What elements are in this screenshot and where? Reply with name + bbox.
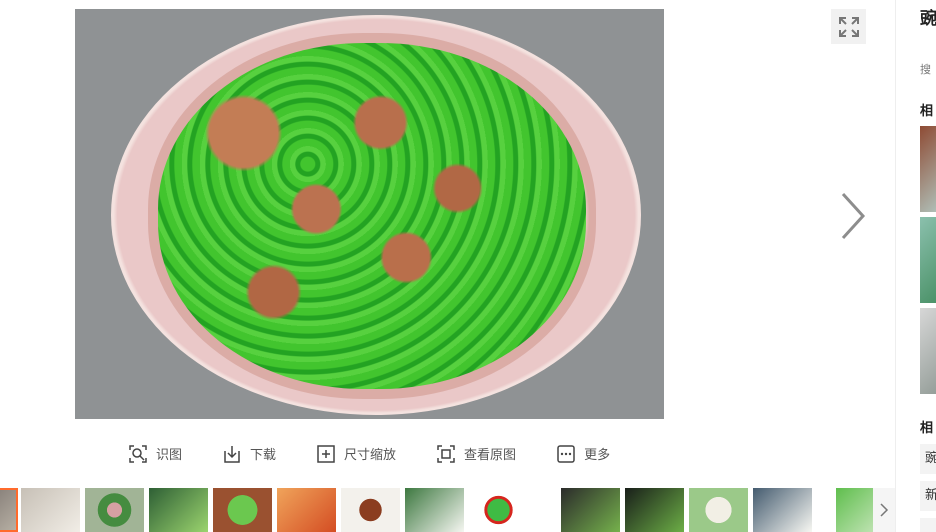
soup-thumbnail[interactable]: [21, 488, 80, 532]
image-action-toolbar: 识图 下载 尺寸缩放 查看原图 更多: [128, 441, 650, 466]
original-size-icon: [437, 444, 455, 463]
shrimp-thumbnail[interactable]: [277, 488, 336, 532]
expand-button[interactable]: [831, 9, 866, 44]
more-label: 更多: [584, 448, 611, 463]
related-searches-heading: 相: [920, 421, 934, 436]
source-label: 搜: [920, 63, 931, 76]
download-label: 下载: [250, 448, 277, 463]
recipe-title: 豌样: [920, 9, 936, 29]
more-button[interactable]: 更多: [556, 444, 610, 464]
meat-dish-thumbnail[interactable]: [341, 488, 400, 532]
related-image-2[interactable]: [920, 217, 936, 303]
mixed-peas-thumbnail[interactable]: [85, 488, 144, 532]
identify-label: 识图: [156, 448, 183, 463]
download-button[interactable]: 下载: [222, 444, 276, 464]
identify-button[interactable]: 识图: [128, 444, 182, 464]
next-image-button[interactable]: [834, 190, 872, 242]
download-icon: [224, 445, 240, 463]
pepper-thumbnail[interactable]: [469, 488, 528, 532]
resize-label: 尺寸缩放: [344, 448, 397, 463]
expand-icon: [838, 16, 859, 37]
related-search-tag-1[interactable]: 豌: [920, 444, 936, 474]
more-dots-icon: [557, 444, 575, 463]
thumbnail-next-button[interactable]: [873, 488, 895, 532]
related-image-3[interactable]: [920, 308, 936, 394]
salad-thumbnail[interactable]: [753, 488, 812, 532]
related-search-tag-2[interactable]: 新: [920, 481, 936, 511]
thumbnail-strip: [0, 488, 895, 532]
vegetables-thumbnail[interactable]: [405, 488, 464, 532]
first-thumbnail[interactable]: [0, 488, 18, 532]
related-search-tag-3[interactable]: [920, 518, 936, 532]
view-original-button[interactable]: 查看原图: [436, 444, 516, 464]
related-image-1[interactable]: [920, 126, 936, 212]
resize-button[interactable]: 尺寸缩放: [316, 444, 396, 464]
tofu-thumbnail[interactable]: [689, 488, 748, 532]
view-original-label: 查看原图: [464, 448, 517, 463]
chevron-right-icon: [880, 503, 889, 517]
greens-thumbnail[interactable]: [149, 488, 208, 532]
related-sidebar: 豌样 搜 相 相 豌 新: [895, 0, 936, 532]
related-images-heading: 相: [920, 104, 934, 119]
plus-square-icon: [317, 444, 335, 463]
image-search-icon: [129, 444, 147, 463]
image-viewer: 识图 下载 尺寸缩放 查看原图 更多: [0, 0, 895, 532]
wok-thumbnail[interactable]: [561, 488, 620, 532]
pea-dish-thumbnail[interactable]: [213, 488, 272, 532]
chevron-right-icon: [841, 192, 866, 240]
wok-greens-thumbnail[interactable]: [625, 488, 684, 532]
main-food-photo[interactable]: [75, 9, 664, 419]
peas-and-meat-graphic: [158, 43, 586, 389]
